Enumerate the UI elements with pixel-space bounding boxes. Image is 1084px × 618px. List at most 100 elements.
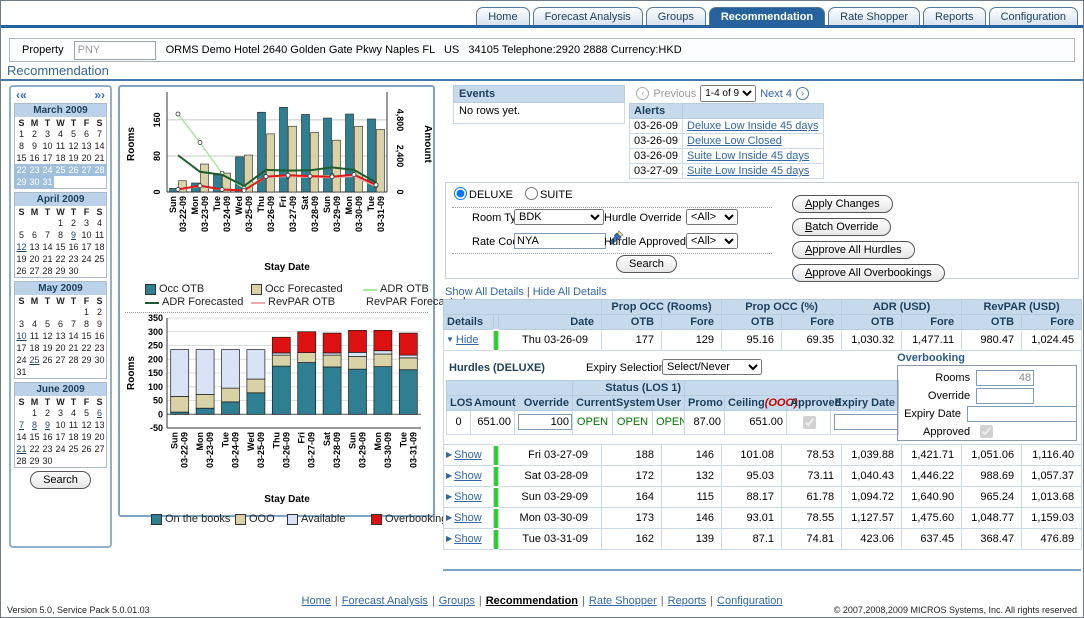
show-details-link[interactable]: Show (454, 512, 482, 524)
calendar-day[interactable]: 11 (28, 330, 41, 342)
calendar-day[interactable]: 23 (28, 164, 41, 176)
calendar-day[interactable]: 5 (15, 229, 28, 241)
overbooking-approved-checkbox[interactable] (980, 425, 993, 438)
calendar-day[interactable]: 24 (80, 253, 93, 265)
calendar-day[interactable]: 17 (15, 342, 28, 354)
calendar-day[interactable]: 17 (80, 241, 93, 253)
calendar-day[interactable]: 1 (28, 407, 41, 419)
next-page-link[interactable]: Next 4 (760, 88, 792, 100)
calendar-day[interactable]: 30 (93, 354, 106, 366)
calendar-day[interactable]: 30 (41, 455, 54, 467)
footer-link-configuration[interactable]: Configuration (717, 595, 782, 607)
calendar-day[interactable]: 15 (80, 330, 93, 342)
calendar-day[interactable]: 24 (41, 164, 54, 176)
calendar-day[interactable]: 14 (93, 140, 106, 152)
next-page-icon[interactable]: › (796, 87, 809, 100)
calendar-day[interactable]: 14 (41, 241, 54, 253)
calendar-day[interactable]: 8 (80, 318, 93, 330)
hurdle-approved-select[interactable]: <All> (686, 233, 738, 249)
show-details-link[interactable]: Show (454, 449, 482, 461)
calendar-day[interactable]: 4 (54, 128, 67, 140)
calendar-day[interactable]: 10 (41, 140, 54, 152)
footer-link-home[interactable]: Home (302, 595, 331, 607)
show-details-link[interactable]: Show (454, 533, 482, 545)
tab-configuration[interactable]: Configuration (989, 7, 1078, 25)
calendar-day[interactable]: 20 (93, 431, 106, 443)
calendar-day[interactable]: 12 (41, 330, 54, 342)
calendar-day[interactable]: 22 (28, 443, 41, 455)
tab-home[interactable]: Home (476, 7, 529, 25)
calendar-day[interactable]: 18 (93, 241, 106, 253)
radio-suite[interactable] (525, 187, 538, 200)
calendar-day[interactable]: 29 (54, 265, 67, 277)
calendar-day[interactable]: 9 (41, 419, 54, 431)
calendar-day[interactable]: 23 (93, 342, 106, 354)
calendar-day[interactable]: 12 (80, 419, 93, 431)
calendar-day[interactable]: 9 (67, 229, 80, 241)
calendar-day[interactable]: 9 (93, 318, 106, 330)
calendar-day[interactable]: 8 (54, 229, 67, 241)
sidebar-search-button[interactable]: Search (30, 471, 91, 489)
calendar-day[interactable]: 8 (28, 419, 41, 431)
calendar-day[interactable]: 2 (93, 306, 106, 318)
calendar-day[interactable]: 30 (28, 176, 41, 188)
calendar-day[interactable]: 18 (67, 431, 80, 443)
calendar-day[interactable]: 26 (80, 443, 93, 455)
calendar-day[interactable]: 19 (67, 152, 80, 164)
calendar-day[interactable]: 21 (41, 253, 54, 265)
approve-all-overbookings-button[interactable]: Approve All Overbookings (792, 264, 945, 282)
calendar-prev-arrows[interactable]: ‹« (16, 89, 27, 103)
calendar-day[interactable]: 31 (41, 176, 54, 188)
calendar-day[interactable]: 18 (54, 152, 67, 164)
calendar-day[interactable]: 17 (41, 152, 54, 164)
calendar-day[interactable]: 21 (67, 342, 80, 354)
calendar-day[interactable]: 30 (67, 265, 80, 277)
footer-link-forecast-analysis[interactable]: Forecast Analysis (342, 595, 428, 607)
footer-link-groups[interactable]: Groups (439, 595, 475, 607)
overbooking-expiry-date-input[interactable] (967, 406, 1077, 422)
calendar-day[interactable]: 7 (93, 128, 106, 140)
room-type-select[interactable]: BDK (514, 209, 604, 225)
calendar-day[interactable]: 28 (15, 455, 28, 467)
calendar-day[interactable]: 20 (80, 152, 93, 164)
calendar-day[interactable]: 7 (15, 419, 28, 431)
calendar-day[interactable]: 22 (15, 164, 28, 176)
calendar-day[interactable]: 19 (41, 342, 54, 354)
hurdle-override-input[interactable] (518, 414, 572, 430)
calendar-day[interactable]: 27 (28, 265, 41, 277)
calendar-day[interactable]: 20 (28, 253, 41, 265)
calendar-day[interactable]: 29 (28, 455, 41, 467)
tab-rate-shopper[interactable]: Rate Shopper (828, 7, 920, 25)
calendar-day[interactable]: 11 (67, 419, 80, 431)
footer-link-recommendation[interactable]: Recommendation (486, 595, 578, 607)
calendar-day[interactable]: 2 (28, 128, 41, 140)
hurdle-expiry-date-input[interactable] (834, 414, 898, 430)
alert-link[interactable]: Suite Low Inside 45 days (687, 165, 809, 177)
calendar-day[interactable]: 16 (67, 241, 80, 253)
calendar-day[interactable]: 26 (67, 164, 80, 176)
alert-link[interactable]: Deluxe Low Closed (687, 135, 782, 147)
tab-groups[interactable]: Groups (646, 7, 706, 25)
calendar-day[interactable]: 25 (93, 253, 106, 265)
calendar-day[interactable]: 25 (54, 164, 67, 176)
calendar-day[interactable]: 5 (80, 407, 93, 419)
calendar-day[interactable]: 12 (15, 241, 28, 253)
calendar-day[interactable]: 2 (67, 217, 80, 229)
calendar-day[interactable]: 14 (15, 431, 28, 443)
calendar-day[interactable]: 10 (15, 330, 28, 342)
batch-override-button[interactable]: Batch Override (792, 218, 891, 236)
property-input[interactable] (74, 41, 156, 60)
calendar-day[interactable]: 10 (80, 229, 93, 241)
hide-all-details-link[interactable]: Hide All Details (533, 286, 607, 298)
calendar-day[interactable]: 13 (54, 330, 67, 342)
calendar-day[interactable]: 28 (93, 164, 106, 176)
calendar-day[interactable]: 24 (15, 354, 28, 366)
calendar-day[interactable]: 16 (28, 152, 41, 164)
calendar-day[interactable]: 3 (54, 407, 67, 419)
calendar-day[interactable]: 2 (41, 407, 54, 419)
calendar-day[interactable]: 27 (54, 354, 67, 366)
footer-link-rate-shopper[interactable]: Rate Shopper (589, 595, 657, 607)
calendar-day[interactable]: 23 (67, 253, 80, 265)
calendar-day[interactable]: 13 (80, 140, 93, 152)
calendar-day[interactable]: 3 (80, 217, 93, 229)
